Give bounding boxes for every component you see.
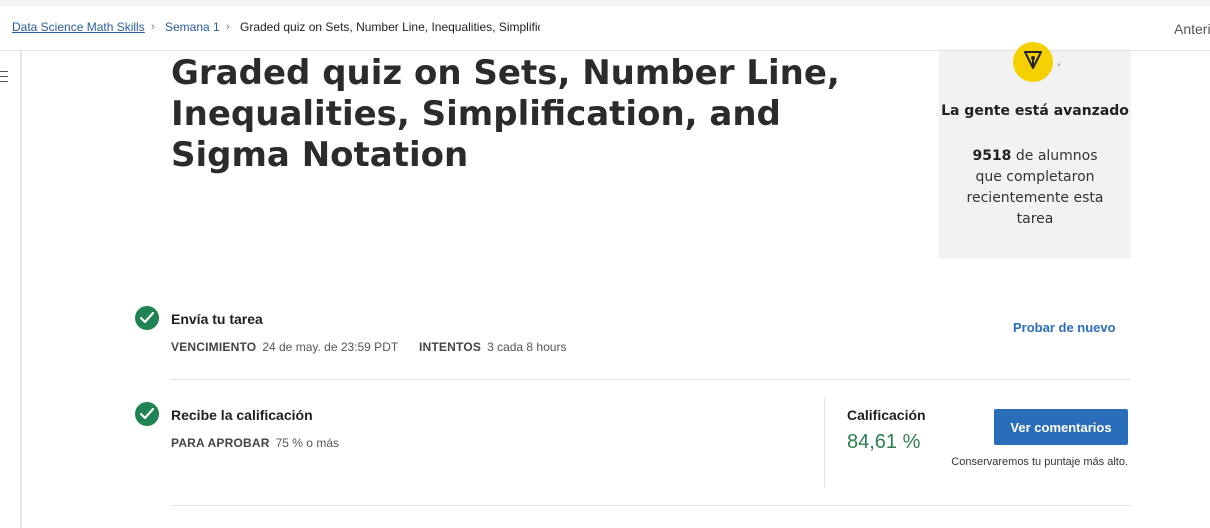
- menu-icon[interactable]: [0, 71, 8, 85]
- left-rail: [0, 51, 22, 528]
- highest-score-note: Conservaremos tu puntaje más alto.: [951, 456, 1128, 468]
- passing-meta: PARA APROBAR 75 % o más: [171, 436, 339, 450]
- page-title: Graded quiz on Sets, Number Line, Inequa…: [171, 53, 840, 175]
- stats-comma: ,: [1057, 54, 1061, 68]
- attempts-value: 3 cada 8 hours: [487, 340, 567, 354]
- grade-label: Calificación: [847, 407, 926, 423]
- previous-link[interactable]: Anterior: [1174, 21, 1210, 37]
- checkmark-icon: [135, 306, 159, 330]
- retry-link[interactable]: Probar de nuevo: [1013, 320, 1116, 335]
- chevron-right-icon: ›: [226, 21, 230, 33]
- breadcrumb-week-link[interactable]: Semana 1: [165, 20, 220, 34]
- checkmark-icon: [135, 402, 159, 426]
- pass-label: PARA APROBAR: [171, 436, 270, 450]
- breadcrumb-current: Graded quiz on Sets, Number Line, Inequa…: [240, 20, 540, 34]
- vertical-divider: [824, 397, 825, 487]
- divider: [171, 379, 1131, 380]
- chevron-right-icon: ›: [151, 21, 155, 33]
- breadcrumb-course-link[interactable]: Data Science Math Skills: [12, 20, 145, 34]
- attempts-label: INTENTOS: [419, 340, 482, 354]
- learner-stats-card: , La gente está avanzado 9518 de alumnos…: [939, 42, 1131, 259]
- pass-value: 75 % o más: [275, 436, 339, 450]
- submit-step-title: Envía tu tarea: [171, 311, 263, 327]
- due-label: VENCIMIENTO: [171, 340, 257, 354]
- stats-heading: La gente está avanzado: [941, 103, 1129, 119]
- attempts-meta: INTENTOS 3 cada 8 hours: [419, 340, 566, 354]
- pen-nib-icon: [1013, 42, 1053, 82]
- due-date-meta: VENCIMIENTO 24 de may. de 23:59 PDT: [171, 340, 398, 354]
- divider: [171, 505, 1131, 506]
- view-feedback-button[interactable]: Ver comentarios: [994, 409, 1128, 445]
- stats-text: 9518 de alumnos que completaron reciente…: [961, 146, 1109, 230]
- stats-count: 9518: [972, 148, 1012, 164]
- grade-step-title: Recibe la calificación: [171, 407, 313, 423]
- grade-value: 84,61 %: [847, 431, 921, 453]
- due-value: 24 de may. de 23:59 PDT: [262, 340, 399, 354]
